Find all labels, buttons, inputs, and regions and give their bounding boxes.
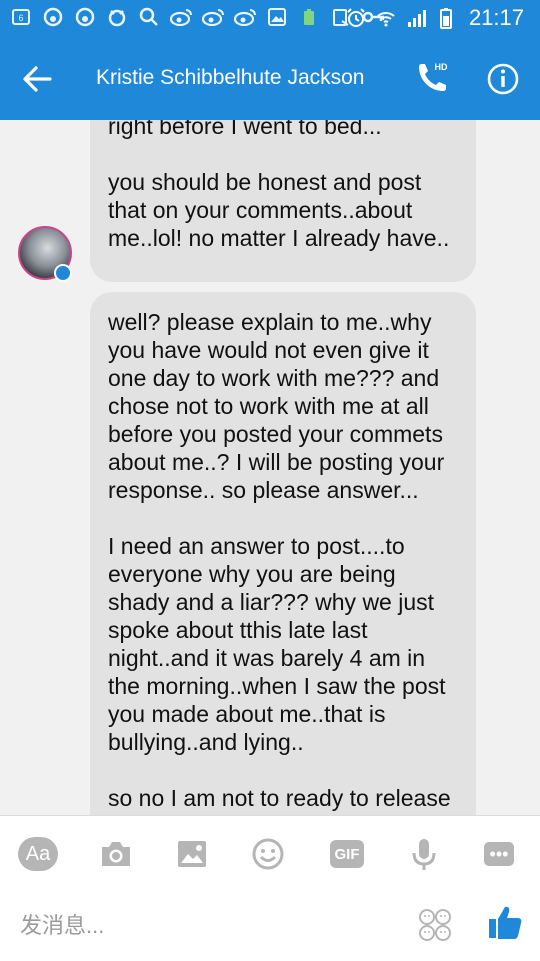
wifi-icon [375, 7, 397, 29]
back-arrow-icon[interactable] [20, 62, 54, 96]
signal-icon [405, 7, 427, 29]
status-system-icons: 21:17 [345, 5, 524, 31]
message-bubble[interactable]: right before I went to bed... you should… [90, 120, 476, 282]
camera-icon[interactable] [96, 834, 136, 874]
message-list[interactable]: right before I went to bed... you should… [0, 120, 540, 815]
weibo-icon [170, 6, 192, 28]
more-icon[interactable]: ••• [484, 842, 514, 866]
status-time: 21:17 [468, 5, 524, 30]
composer-bar: Aa GIF ••• 发消息... [0, 815, 540, 961]
message-input[interactable]: 发消息... [20, 908, 104, 940]
conversation-title: Kristie Schibbelhute Jackson [96, 66, 365, 89]
info-icon[interactable] [486, 62, 520, 96]
hd-call-icon[interactable]: HD [412, 58, 452, 98]
notification-6-icon: 6 [10, 6, 32, 28]
hd-badge: HD [435, 62, 448, 72]
alarm-icon [345, 7, 367, 29]
gif-icon[interactable]: GIF [330, 840, 364, 868]
gallery-icon[interactable] [172, 834, 212, 874]
weibo-icon [234, 6, 256, 28]
search-icon [138, 6, 160, 28]
microphone-icon[interactable] [404, 834, 444, 874]
status-notification-icons: 6 [10, 6, 384, 28]
svg-text:6: 6 [18, 13, 23, 23]
conversation-header: Kristie Schibbelhute Jackson HD [0, 36, 540, 120]
sync-icon [106, 6, 128, 28]
image-icon [266, 6, 288, 28]
message-bubble[interactable]: well? please explain to me..why you have… [90, 292, 476, 815]
weibo-icon [202, 6, 224, 28]
messenger-badge-icon [54, 264, 72, 282]
sticker-icon[interactable] [418, 908, 452, 942]
swirl-app-icon [74, 6, 96, 28]
text-style-icon[interactable]: Aa [18, 837, 58, 871]
battery-icon [435, 7, 457, 29]
thumbs-up-icon[interactable] [488, 904, 522, 940]
status-bar: 6 21:17 [0, 0, 540, 36]
battery-saver-icon [298, 6, 320, 28]
swirl-app-icon [42, 6, 64, 28]
emoji-icon[interactable] [248, 834, 288, 874]
